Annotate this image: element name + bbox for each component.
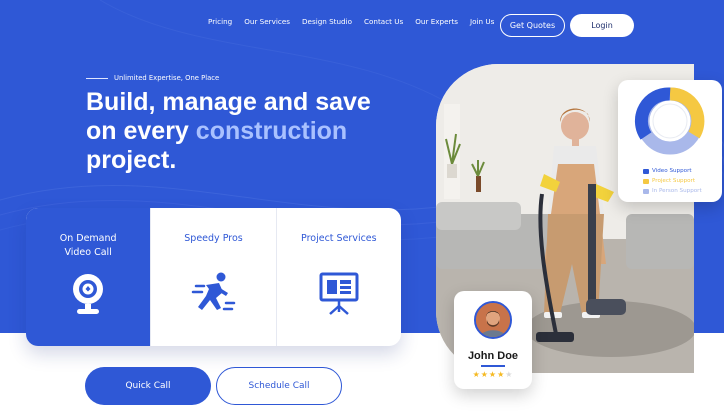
main-nav: Pricing Our Services Design Studio Conta…	[208, 17, 494, 26]
legend-swatch	[643, 188, 649, 194]
expert-name: John Doe	[467, 350, 519, 362]
nav-join-us[interactable]: Join Us	[470, 17, 494, 26]
star-icon: ★	[505, 370, 514, 379]
star-icon: ★	[480, 370, 489, 379]
service-card-video-call[interactable]: On Demand Video Call	[26, 208, 152, 346]
service-card-title: Speedy Pros	[151, 232, 275, 246]
tagline-text: Unlimited Expertise, One Place	[114, 74, 220, 82]
headline-accent: construction	[195, 117, 348, 145]
nav-design-studio[interactable]: Design Studio	[302, 17, 352, 26]
title-line1: Project Services	[301, 233, 377, 244]
service-card-speedy-pros[interactable]: Speedy Pros	[151, 208, 277, 346]
rating-stars: ★★★★★	[454, 370, 532, 379]
service-cards: On Demand Video Call Speedy Pros Project…	[26, 208, 401, 346]
running-person-icon	[192, 272, 236, 311]
expert-profile-card[interactable]: John Doe ★★★★★	[454, 291, 532, 389]
service-card-project-services[interactable]: Project Services	[277, 208, 401, 346]
title-line1: Speedy Pros	[184, 233, 243, 244]
nav-our-services[interactable]: Our Services	[244, 17, 290, 26]
hero-headline: Build, manage and save on every construc…	[86, 88, 416, 175]
hero-tagline: Unlimited Expertise, One Place	[86, 74, 219, 82]
star-icon: ★	[472, 370, 481, 379]
nav-contact-us[interactable]: Contact Us	[364, 17, 403, 26]
login-button[interactable]: Login	[570, 14, 634, 37]
legend-label: Project Support	[652, 178, 696, 184]
legend-video-support: Video Support	[643, 166, 702, 176]
service-card-title: On Demand Video Call	[26, 232, 150, 260]
headline-line3: project.	[86, 146, 177, 174]
legend-swatch	[643, 168, 649, 174]
title-line2: Video Call	[64, 247, 112, 258]
chart-legend: Video Support Project Support In Person …	[643, 166, 702, 196]
headline-line2: on every	[86, 117, 189, 145]
support-chart-card: Video Support Project Support In Person …	[618, 80, 722, 202]
legend-label: Video Support	[652, 168, 692, 174]
name-underline	[481, 365, 505, 367]
star-icon: ★	[488, 370, 498, 379]
nav-our-experts[interactable]: Our Experts	[415, 17, 458, 26]
quick-call-button[interactable]: Quick Call	[85, 367, 211, 405]
headline-line1: Build, manage and save	[86, 88, 371, 116]
legend-project-support: Project Support	[643, 176, 702, 186]
legend-label: In Person Support	[652, 188, 702, 194]
legend-swatch	[643, 178, 649, 184]
schedule-call-button[interactable]: Schedule Call	[216, 367, 342, 405]
get-quotes-button[interactable]: Get Quotes	[500, 14, 565, 37]
title-line1: On Demand	[59, 233, 117, 244]
webcam-icon	[73, 274, 104, 314]
presentation-board-icon	[319, 272, 359, 315]
tagline-divider	[86, 77, 108, 79]
support-donut-chart	[634, 87, 705, 155]
legend-in-person-support: In Person Support	[643, 186, 702, 196]
nav-pricing[interactable]: Pricing	[208, 17, 232, 26]
service-card-title: Project Services	[277, 232, 401, 246]
avatar	[474, 301, 512, 339]
avatar-portrait	[476, 303, 510, 337]
